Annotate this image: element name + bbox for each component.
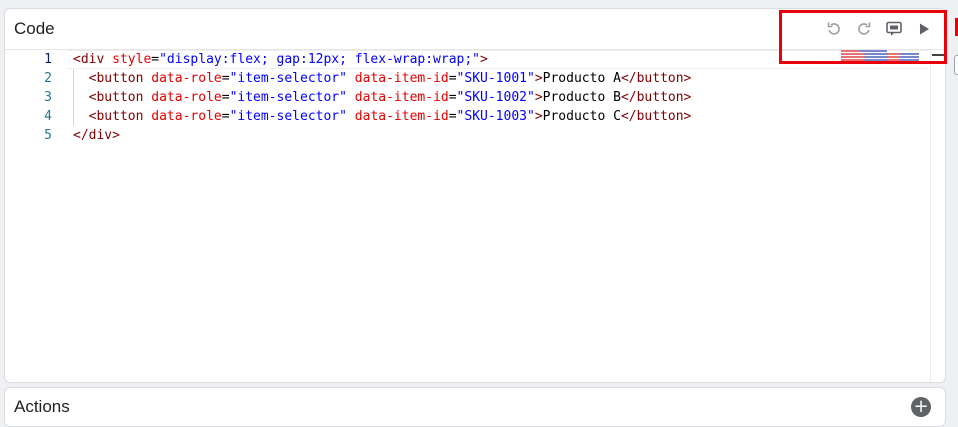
code-token: = [448, 90, 457, 105]
vertical-scrollbar[interactable] [930, 50, 945, 382]
code-token: "SKU-1002" [456, 90, 535, 105]
code-token: = [448, 71, 457, 86]
line-number: 4 [44, 109, 52, 124]
minimap[interactable] [841, 50, 921, 64]
minimap-line [841, 53, 919, 55]
undo-icon [827, 22, 840, 35]
code-token: data-item-id [354, 90, 449, 105]
minimap-line [841, 62, 853, 64]
code-panel-header: Code [5, 9, 945, 50]
code-token: "item-selector" [229, 90, 347, 105]
code-token: > [534, 90, 543, 105]
redo-icon [858, 22, 871, 35]
code-token: > [480, 52, 488, 67]
code-token: data-item-id [354, 109, 449, 124]
code-token: = [221, 109, 230, 124]
code-token: data-role [151, 90, 222, 105]
code-panel: Code 1 2 3 4 5 <div style="display:flex;… [4, 8, 946, 383]
actions-panel-title: Actions [14, 397, 70, 416]
code-token: "SKU-1001" [456, 71, 535, 86]
code-line[interactable]: <button data-role="item-selector" data-i… [73, 69, 692, 88]
code-line[interactable]: <button data-role="item-selector" data-i… [73, 107, 692, 126]
code-token: <button [88, 109, 144, 124]
minimap-line [841, 59, 919, 61]
code-token: Producto B [542, 90, 621, 105]
line-number: 3 [44, 90, 52, 105]
code-token: "item-selector" [229, 109, 347, 124]
run-button[interactable] [913, 18, 935, 40]
code-token: </button> [620, 71, 692, 86]
line-number: 2 [44, 71, 52, 86]
code-token: <div [73, 52, 105, 67]
code-token: <button [88, 90, 144, 105]
code-line[interactable]: <div style="display:flex; gap:12px; flex… [73, 50, 488, 69]
code-token: </button> [620, 90, 692, 105]
minimap-line [841, 56, 919, 58]
code-token: > [534, 109, 543, 124]
code-panel-title: Code [14, 19, 55, 38]
adjacent-panel-control[interactable] [954, 55, 958, 75]
code-token: </div> [73, 128, 120, 143]
code-token: = [221, 71, 230, 86]
code-line[interactable]: </div> [73, 126, 120, 145]
redo-button[interactable] [853, 18, 875, 40]
editor-toolbar [823, 18, 935, 40]
code-token: style [112, 52, 152, 67]
line-number-gutter: 1 2 3 4 5 [5, 50, 67, 382]
actions-panel: Actions + [4, 387, 946, 427]
code-token: data-role [151, 71, 222, 86]
code-token: </button> [620, 109, 692, 124]
minimap-line [841, 50, 887, 52]
code-token: data-item-id [354, 71, 449, 86]
line-number: 1 [44, 52, 52, 67]
code-token: data-role [151, 109, 222, 124]
add-action-button[interactable]: + [911, 397, 931, 417]
code-token: <button [88, 71, 144, 86]
scrollbar-cursor-marker [932, 54, 944, 56]
preview-icon [886, 21, 902, 36]
code-token: Producto A [542, 71, 621, 86]
code-token: "SKU-1003" [456, 109, 535, 124]
code-token: = [221, 90, 230, 105]
code-token: = [448, 109, 457, 124]
line-number: 5 [44, 128, 52, 143]
code-editor[interactable]: 12345 <div style="display:flex; gap:12px… [5, 50, 945, 382]
code-token: "item-selector" [229, 71, 347, 86]
code-area[interactable]: <div style="display:flex; gap:12px; flex… [73, 50, 929, 382]
code-token: > [534, 71, 543, 86]
code-token: Producto C [542, 109, 621, 124]
play-icon [920, 23, 929, 35]
code-token: "display:flex; gap:12px; flex-wrap:wrap;… [159, 52, 481, 67]
undo-button[interactable] [823, 18, 845, 40]
code-line[interactable]: <button data-role="item-selector" data-i… [73, 88, 692, 107]
code-token: = [151, 52, 160, 67]
preview-button[interactable] [883, 18, 905, 40]
